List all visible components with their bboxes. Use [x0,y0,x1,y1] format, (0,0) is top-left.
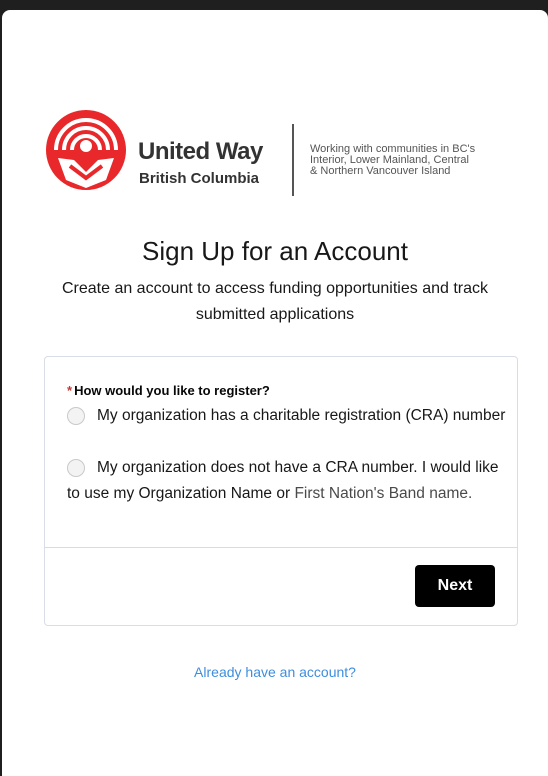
card-divider [45,547,517,548]
page-title: Sign Up for an Account [142,236,408,266]
united-way-logo: United Way British Columbia Working with… [44,106,524,206]
tagline-line: & Northern Vancouver Island [310,165,451,177]
registration-question: * How would you like to register? [67,383,270,398]
registration-card: * How would you like to register? My orga… [44,356,518,626]
required-marker: * [67,383,73,398]
radio-option-cra[interactable]: My organization has a charitable registr… [67,403,507,429]
signup-modal: United Way British Columbia Working with… [2,10,548,776]
radio-option-label-tail: First Nation's Band name. [294,485,473,502]
brand-subtitle: British Columbia [139,170,260,187]
brand-name: United Way [138,138,263,165]
radio-option-label: My organization has a charitable registr… [97,407,506,424]
already-have-account-link[interactable]: Already have an account? [2,664,548,680]
question-label: How would you like to register? [74,383,270,398]
radio-button[interactable] [67,459,85,477]
brand-tagline: Working with communities in BC's Interio… [310,144,524,177]
radio-option-no-cra[interactable]: My organization does not have a CRA numb… [67,455,507,507]
page-subtitle: Create an account to access funding oppo… [61,280,489,323]
radio-button[interactable] [67,407,85,425]
united-way-emblem-icon [46,110,126,190]
logo-divider [292,124,294,196]
next-button[interactable]: Next [415,565,495,607]
